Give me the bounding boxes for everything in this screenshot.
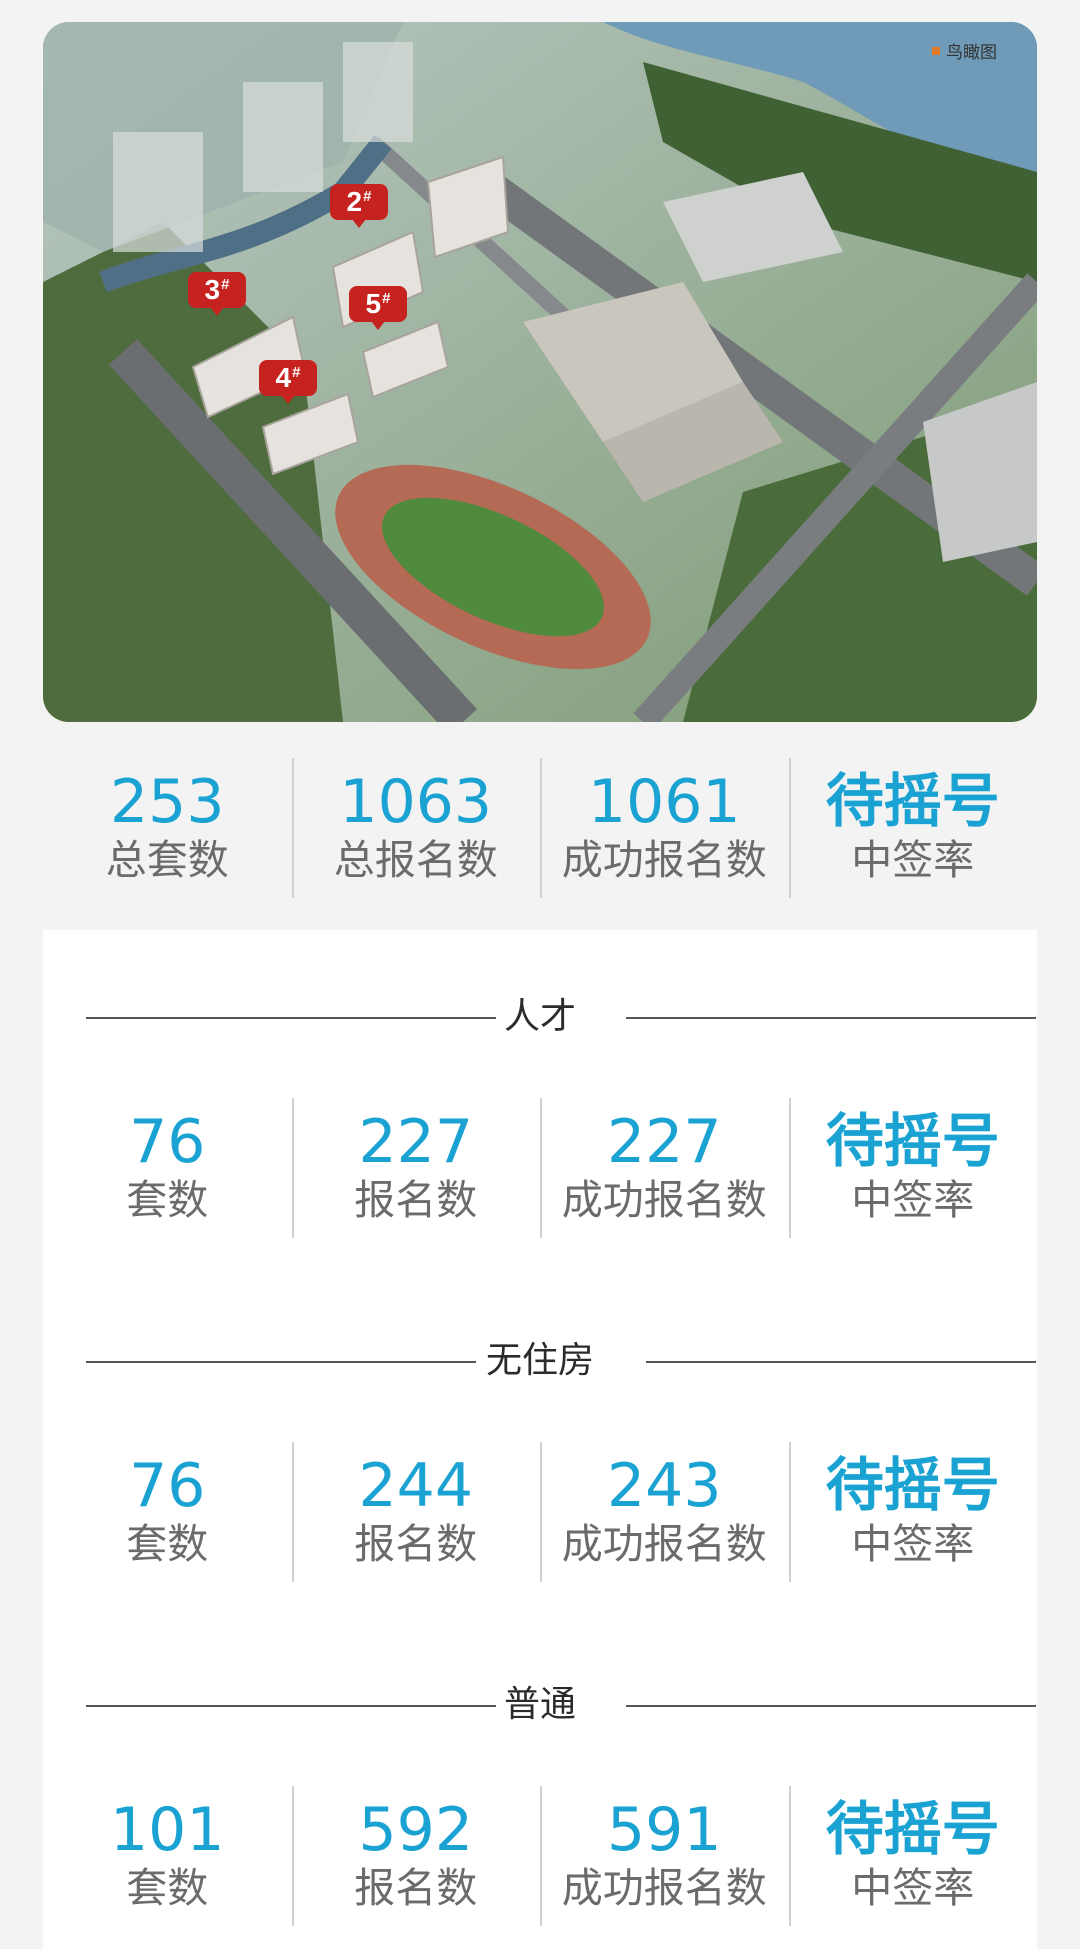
- stat-value: 待摇号: [825, 766, 1000, 835]
- stat-successful: 227 成功报名数: [540, 1098, 789, 1238]
- stat-value: 76: [129, 1450, 206, 1521]
- building-marker-5: 5#: [349, 286, 407, 330]
- stat-value: 227: [606, 1106, 722, 1177]
- stat-units: 76 套数: [43, 1442, 292, 1582]
- section-title-text: 人才: [503, 996, 576, 1037]
- stat-label: 中签率: [851, 1519, 975, 1568]
- aerial-illustration: [43, 22, 1037, 722]
- stat-label: 套数: [126, 1519, 209, 1568]
- stat-signups: 227 报名数: [291, 1098, 541, 1238]
- building-marker-4: 4#: [259, 360, 317, 404]
- stat-label: 中签率: [851, 1175, 975, 1224]
- stat-total-units: 253 总套数: [43, 758, 292, 898]
- stat-value: 76: [129, 1106, 206, 1177]
- stat-label: 报名数: [354, 1175, 478, 1224]
- stat-label: 成功报名数: [561, 1519, 767, 1568]
- stat-label: 总报名数: [333, 835, 498, 884]
- stat-signups: 592 报名数: [291, 1786, 541, 1926]
- stat-label: 成功报名数: [561, 1863, 767, 1912]
- stat-value: 244: [358, 1450, 474, 1521]
- stat-label: 成功报名数: [561, 835, 767, 884]
- stat-label: 套数: [126, 1175, 209, 1224]
- stat-successful-signups: 1061 成功报名数: [540, 758, 789, 898]
- stat-value: 592: [358, 1794, 474, 1865]
- stat-win-rate: 待摇号 中签率: [788, 1786, 1038, 1926]
- stat-win-rate: 待摇号 中签率: [788, 1098, 1038, 1238]
- section-title-text: 普通: [503, 1684, 576, 1725]
- stat-label: 总套数: [105, 835, 229, 884]
- stat-value: 253: [109, 766, 225, 837]
- stat-label: 套数: [126, 1863, 209, 1912]
- section-title-no-housing: 无住房: [43, 1336, 1037, 1386]
- stat-units: 101 套数: [43, 1786, 292, 1926]
- aerial-view-image: 鸟瞰图 2# 3# 4# 5#: [43, 22, 1037, 722]
- stat-value: 1061: [587, 766, 741, 837]
- stat-win-rate: 待摇号 中签率: [788, 1442, 1038, 1582]
- stat-units: 76 套数: [43, 1098, 292, 1238]
- stat-total-signups: 1063 总报名数: [291, 758, 541, 898]
- stat-label: 报名数: [354, 1519, 478, 1568]
- section-title-text: 无住房: [485, 1340, 594, 1381]
- section-stats-talent: 76 套数 227 报名数 227 成功报名数 待摇号 中签率: [43, 1098, 1037, 1238]
- section-stats-no-housing: 76 套数 244 报名数 243 成功报名数 待摇号 中签率: [43, 1442, 1037, 1582]
- stat-value: 101: [109, 1794, 225, 1865]
- section-title-talent: 人才: [43, 992, 1037, 1042]
- building-marker-3: 3#: [188, 272, 246, 316]
- stat-value: 591: [606, 1794, 722, 1865]
- stat-value: 待摇号: [825, 1450, 1000, 1519]
- stat-value: 243: [606, 1450, 722, 1521]
- stat-value: 1063: [339, 766, 493, 837]
- stat-label: 报名数: [354, 1863, 478, 1912]
- aerial-tag: 鸟瞰图: [932, 38, 997, 63]
- building-marker-2: 2#: [330, 184, 388, 228]
- stat-label: 中签率: [851, 1863, 975, 1912]
- stat-successful: 591 成功报名数: [540, 1786, 789, 1926]
- aerial-tag-label: 鸟瞰图: [946, 43, 997, 63]
- section-title-ordinary: 普通: [43, 1680, 1037, 1730]
- stat-successful: 243 成功报名数: [540, 1442, 789, 1582]
- summary-stats: 253 总套数 1063 总报名数 1061 成功报名数 待摇号 中签率: [43, 758, 1037, 898]
- section-stats-ordinary: 101 套数 592 报名数 591 成功报名数 待摇号 中签率: [43, 1786, 1037, 1926]
- tag-dot-icon: [932, 46, 940, 55]
- stat-value: 待摇号: [825, 1106, 1000, 1175]
- stat-label: 中签率: [851, 835, 975, 884]
- stat-value: 227: [358, 1106, 474, 1177]
- stat-value: 待摇号: [825, 1794, 1000, 1863]
- stat-label: 成功报名数: [561, 1175, 767, 1224]
- stat-win-rate: 待摇号 中签率: [788, 758, 1038, 898]
- stat-signups: 244 报名数: [291, 1442, 541, 1582]
